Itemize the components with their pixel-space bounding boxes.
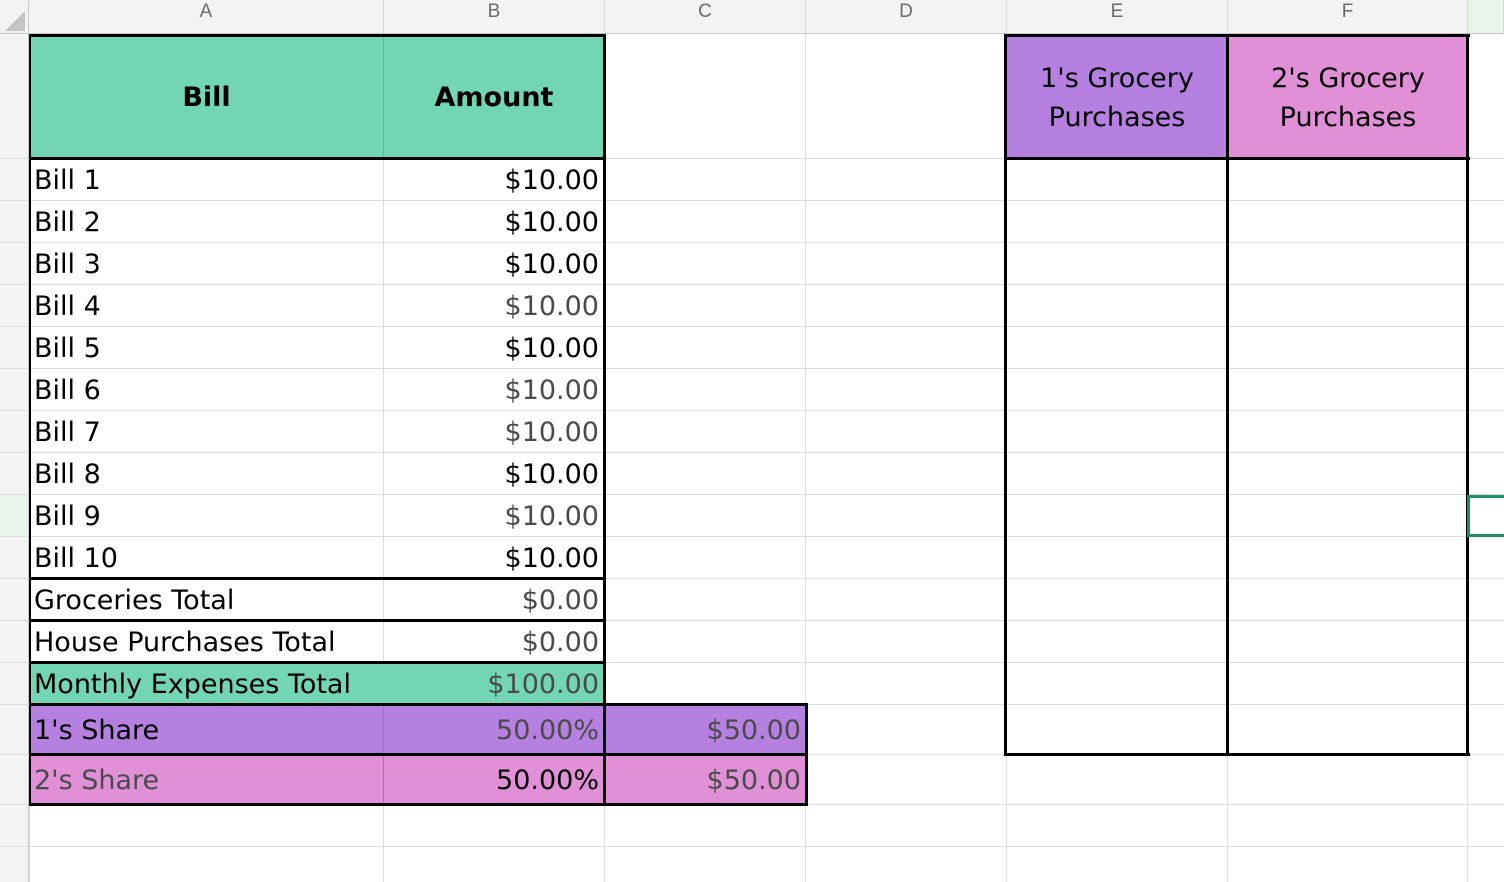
column-header-f[interactable]: F: [1228, 0, 1468, 34]
bill-label-cell[interactable]: Bill 5: [30, 327, 383, 369]
row-header[interactable]: [0, 369, 29, 411]
house-purchases-total-label[interactable]: House Purchases Total: [30, 622, 383, 662]
bill-amount-cell[interactable]: $10.00: [384, 453, 604, 495]
bill-label-cell[interactable]: Bill 8: [30, 453, 383, 495]
bill-label-cell[interactable]: Bill 10: [30, 537, 383, 579]
row-header[interactable]: [0, 621, 29, 663]
row-header[interactable]: [0, 201, 29, 243]
row-header[interactable]: [0, 453, 29, 495]
column-letter: C: [698, 1, 712, 22]
share2-label[interactable]: 2's Share: [30, 756, 383, 804]
column-header-g[interactable]: [1468, 0, 1504, 34]
row-header[interactable]: [0, 805, 29, 847]
bill-amount-cell[interactable]: $10.00: [384, 327, 604, 369]
row-header[interactable]: [0, 159, 29, 201]
row-header[interactable]: [0, 411, 29, 453]
bill-amount-cell[interactable]: $10.00: [384, 495, 604, 537]
select-all-icon: [5, 11, 25, 31]
groceries-total-label[interactable]: Groceries Total: [30, 580, 383, 620]
column-header-b[interactable]: B: [384, 0, 605, 34]
bill-amount-cell[interactable]: $10.00: [384, 285, 604, 327]
share2-amount[interactable]: $50.00: [606, 756, 806, 804]
person2-grocery-header[interactable]: 2's Grocery Purchases: [1229, 37, 1467, 158]
row-header[interactable]: [0, 847, 29, 882]
groceries-total-amount[interactable]: $0.00: [384, 580, 604, 620]
amount-header-cell[interactable]: Amount: [384, 37, 604, 158]
column-letter: D: [899, 1, 913, 22]
bill-label-cell[interactable]: Bill 3: [30, 243, 383, 285]
row-header[interactable]: [0, 243, 29, 285]
row-header-selected[interactable]: [0, 495, 29, 537]
column-letter: B: [487, 1, 501, 22]
column-header-d[interactable]: D: [806, 0, 1007, 34]
row-header[interactable]: [0, 34, 29, 159]
column-header-a[interactable]: A: [29, 0, 384, 34]
select-all-corner[interactable]: [0, 0, 29, 34]
monthly-expenses-total-amount[interactable]: $100.00: [384, 664, 604, 704]
bill-amount-cell[interactable]: $10.00: [384, 411, 604, 453]
row-header[interactable]: [0, 755, 29, 805]
share1-amount[interactable]: $50.00: [606, 706, 806, 754]
bill-label-cell[interactable]: Bill 2: [30, 201, 383, 243]
row-header[interactable]: [0, 579, 29, 621]
bill-amount-cell[interactable]: $10.00: [384, 369, 604, 411]
column-letter: E: [1110, 1, 1124, 22]
share2-percent[interactable]: 50.00%: [384, 756, 604, 804]
column-letter: F: [1341, 1, 1354, 22]
column-header-e[interactable]: E: [1007, 0, 1228, 34]
bill-amount-cell[interactable]: $10.00: [384, 159, 604, 201]
bill-label-cell[interactable]: Bill 6: [30, 369, 383, 411]
bill-label-cell[interactable]: Bill 7: [30, 411, 383, 453]
bill-amount-cell[interactable]: $10.00: [384, 243, 604, 285]
spreadsheet-grid[interactable]: A B C D E F Bill Amount Bill 1 $10.00 Bi…: [0, 0, 1504, 882]
share1-percent[interactable]: 50.00%: [384, 706, 604, 754]
bill-amount-cell[interactable]: $10.00: [384, 537, 604, 579]
bill-label-cell[interactable]: Bill 1: [30, 159, 383, 201]
row-header[interactable]: [0, 285, 29, 327]
row-header[interactable]: [0, 663, 29, 705]
column-header-c[interactable]: C: [605, 0, 806, 34]
bill-header-cell[interactable]: Bill: [30, 37, 383, 158]
person1-grocery-header[interactable]: 1's Grocery Purchases: [1007, 37, 1227, 158]
house-purchases-total-amount[interactable]: $0.00: [384, 622, 604, 662]
bill-amount-cell[interactable]: $10.00: [384, 201, 604, 243]
share1-label[interactable]: 1's Share: [30, 706, 383, 754]
monthly-expenses-total-label[interactable]: Monthly Expenses Total: [30, 664, 383, 704]
bill-label-cell[interactable]: Bill 9: [30, 495, 383, 537]
column-letter: A: [199, 1, 213, 22]
bill-label-cell[interactable]: Bill 4: [30, 285, 383, 327]
row-header[interactable]: [0, 537, 29, 579]
row-header[interactable]: [0, 327, 29, 369]
active-cell-selection[interactable]: [1467, 495, 1504, 537]
row-header[interactable]: [0, 705, 29, 755]
